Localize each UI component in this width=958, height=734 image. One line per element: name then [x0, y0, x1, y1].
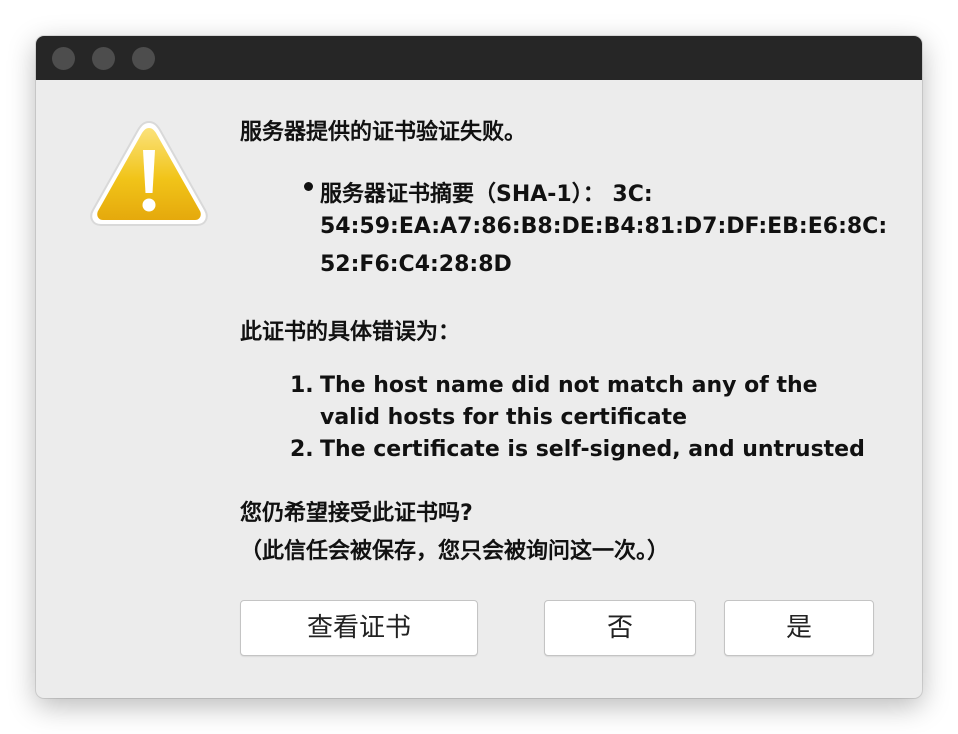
no-button[interactable]: 否 [544, 600, 696, 656]
close-window-button[interactable] [52, 47, 75, 70]
error-number: 2. [290, 437, 314, 462]
error-text-line: The certificate is self-signed, and untr… [320, 437, 865, 462]
zoom-window-button[interactable] [132, 47, 155, 70]
fingerprint-line: 52:F6:C4:28:8D [320, 252, 512, 277]
dialog-heading: 服务器提供的证书验证失败。 [240, 120, 527, 145]
error-number: 1. [290, 373, 314, 398]
trust-note: （此信任会被保存，您只会被询问这一次。） [240, 539, 670, 564]
certificate-dialog-window: 服务器提供的证书验证失败。 服务器证书摘要（SHA-1）： 3C: 54:59:… [36, 36, 922, 698]
yes-button[interactable]: 是 [724, 600, 874, 656]
error-text-line: valid hosts for this certificate [320, 405, 687, 430]
fingerprint-line: 服务器证书摘要（SHA-1）： 3C: [320, 182, 653, 207]
accept-question: 您仍希望接受此证书吗? [240, 501, 473, 526]
minimize-window-button[interactable] [92, 47, 115, 70]
title-bar [36, 36, 922, 80]
error-text-line: The host name did not match any of the [320, 373, 818, 398]
view-certificate-button[interactable]: 查看证书 [240, 600, 478, 656]
error-list-heading: 此证书的具体错误为： [240, 320, 461, 345]
bullet-point [304, 182, 313, 191]
warning-triangle-icon [90, 120, 208, 226]
fingerprint-line: 54:59:EA:A7:86:B8:DE:B4:81:D7:DF:EB:E6:8… [320, 214, 888, 239]
